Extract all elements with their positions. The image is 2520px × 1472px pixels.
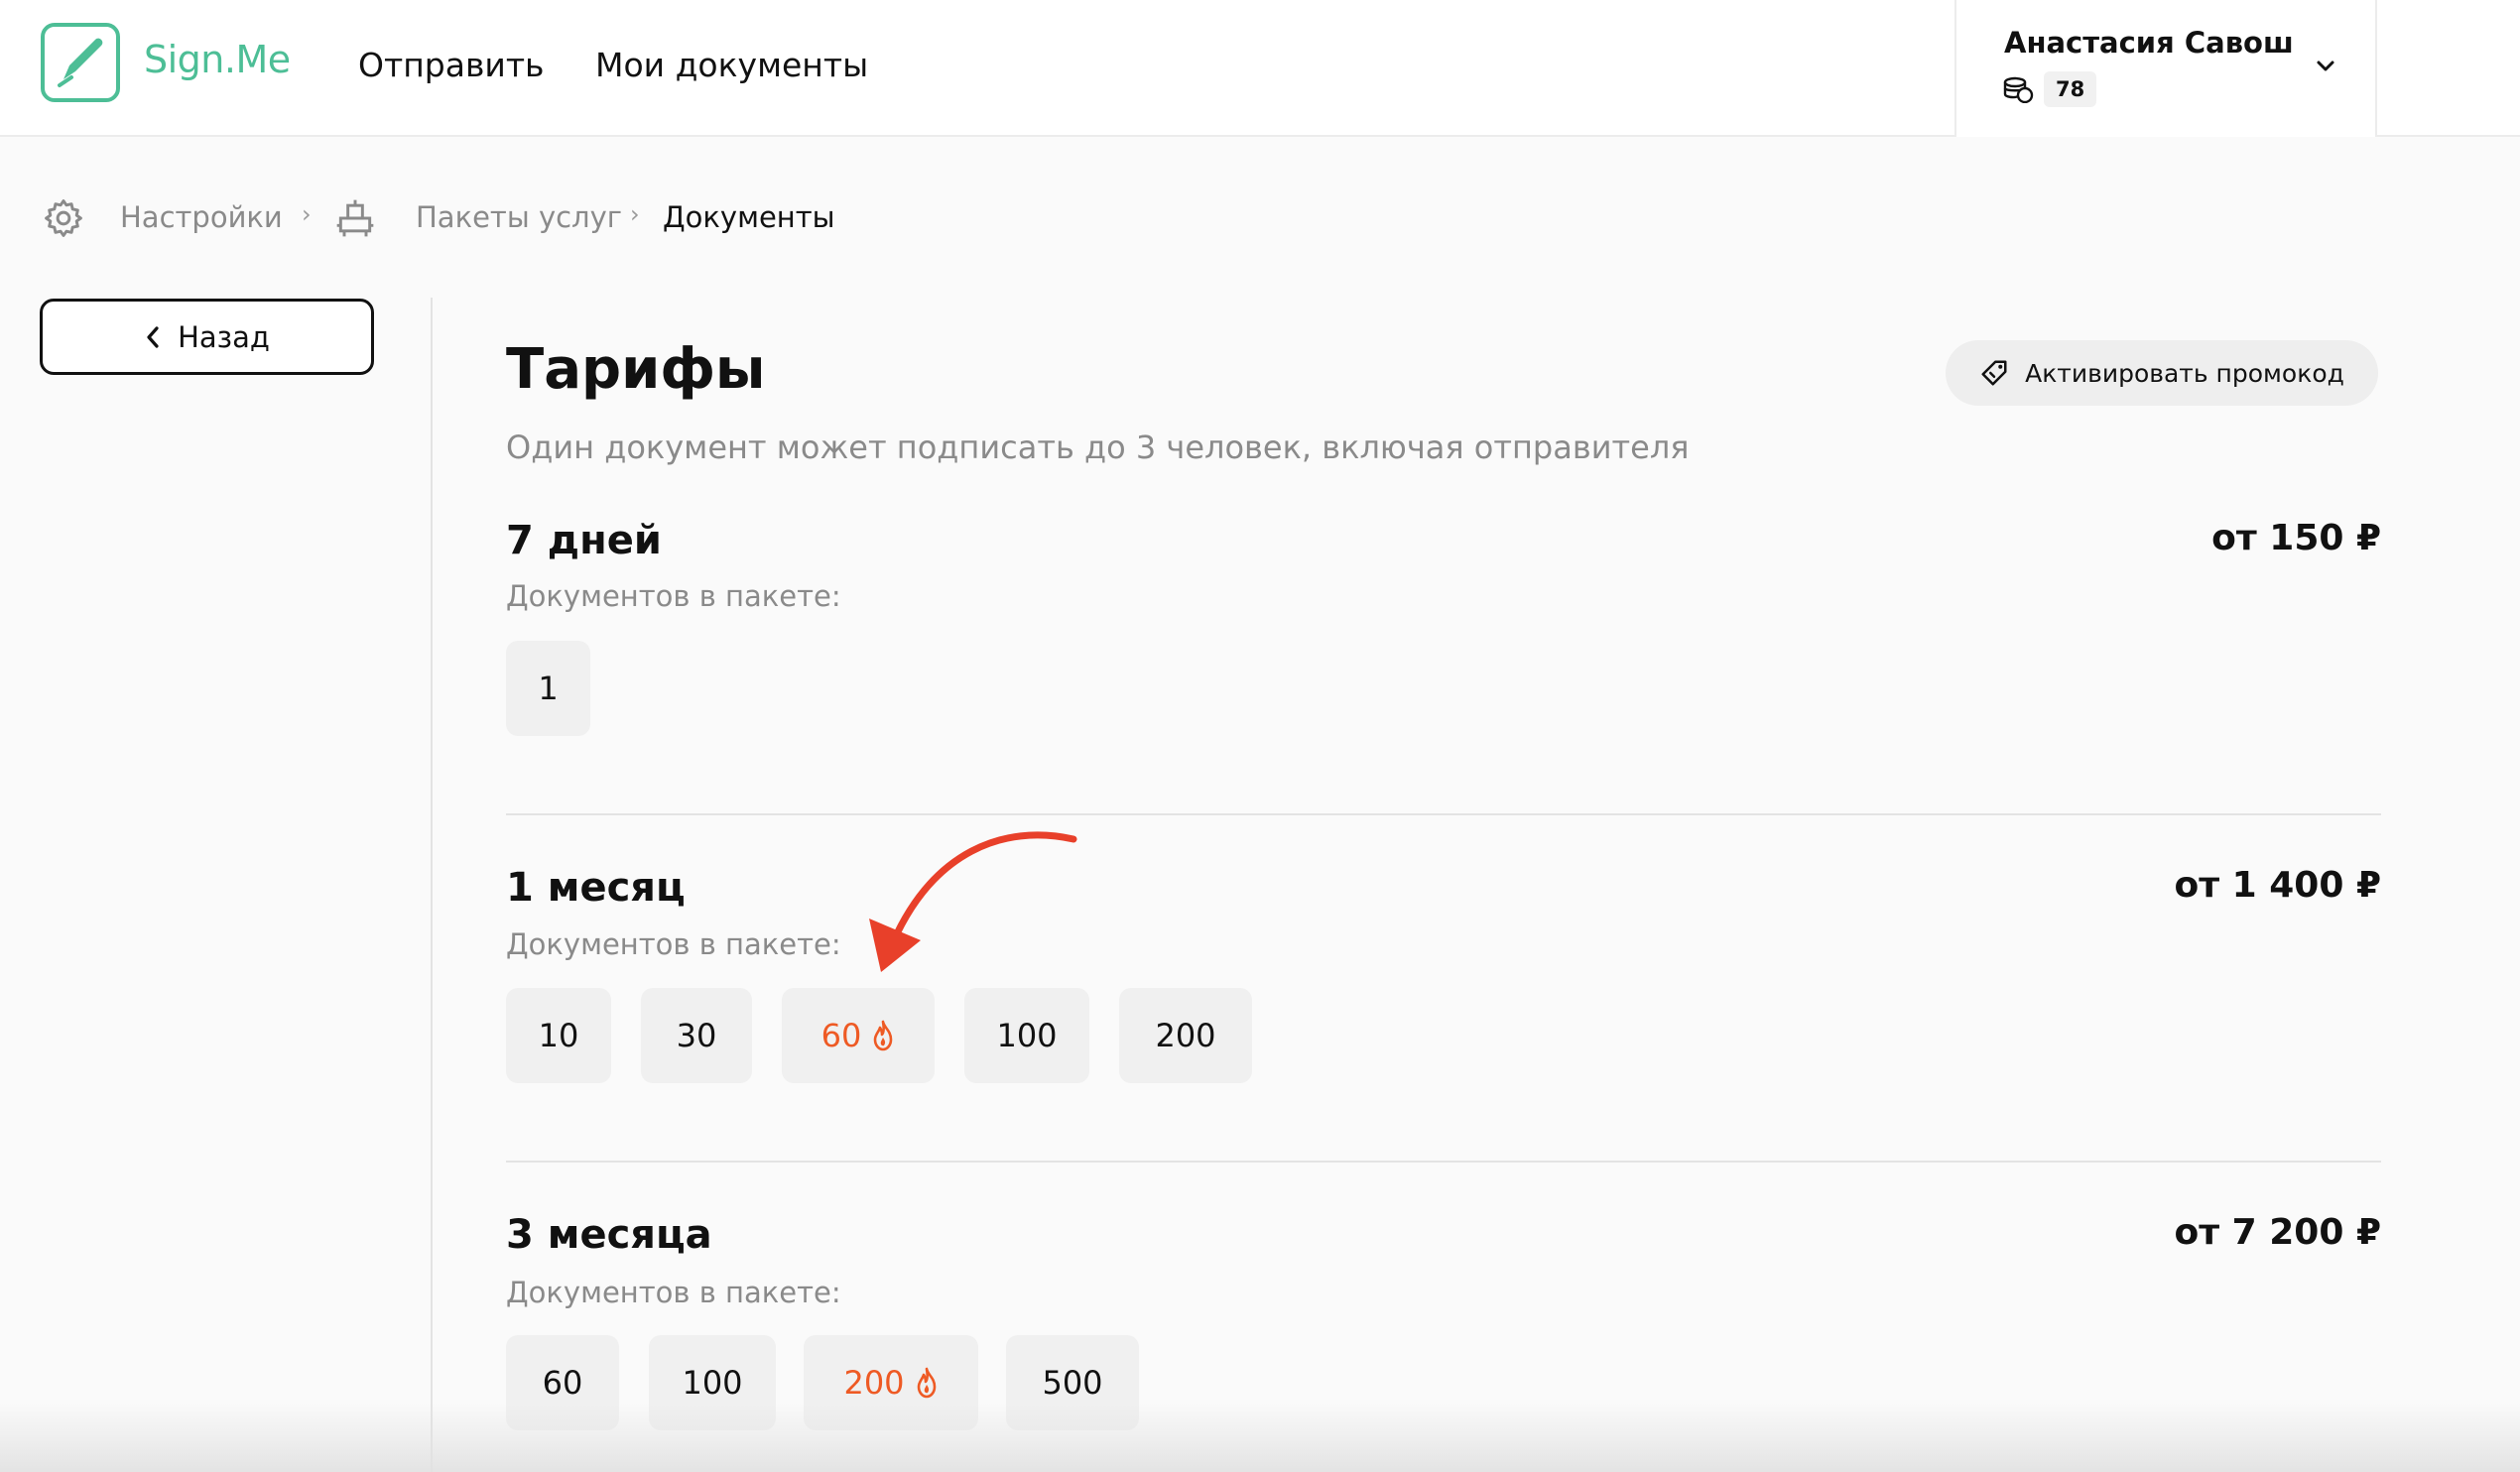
doc-count-value: 500	[1042, 1364, 1103, 1402]
top-header: Sign.Me Отправить Мои документы Анастаси…	[0, 0, 2520, 137]
gear-icon	[45, 199, 82, 237]
tag-icon	[1981, 360, 2007, 386]
doc-count-value: 100	[996, 1017, 1058, 1054]
doc-count-value: 10	[538, 1017, 579, 1054]
doc-count-option[interactable]: 10	[506, 988, 611, 1083]
fire-icon	[874, 1020, 893, 1051]
doc-count-option[interactable]: 200	[1119, 988, 1252, 1083]
fire-icon	[917, 1367, 936, 1399]
plan-price: от 1 400 ₽	[2174, 865, 2381, 906]
annotation-arrow-icon	[869, 831, 1077, 972]
doc-count-value: 100	[682, 1364, 743, 1402]
package-icon	[336, 199, 374, 237]
breadcrumb-settings[interactable]: Настройки	[120, 200, 283, 234]
coins-icon	[2003, 76, 2034, 103]
section-divider	[506, 1161, 2381, 1163]
plan-title: 3 месяца	[506, 1212, 712, 1258]
chevron-down-icon[interactable]	[2314, 58, 2337, 75]
vertical-divider	[431, 298, 433, 1472]
breadcrumb-separator-icon: ›	[630, 200, 640, 228]
logo-pen-icon[interactable]	[40, 22, 121, 103]
nav-send[interactable]: Отправить	[358, 46, 545, 84]
doc-count-value: 1	[538, 670, 559, 707]
plan-docs-label: Документов в пакете:	[506, 927, 841, 961]
doc-count-value: 60	[820, 1017, 862, 1054]
breadcrumb-documents: Документы	[663, 200, 835, 234]
plan-price: от 150 ₽	[2211, 518, 2381, 558]
logo-text[interactable]: Sign.Me	[144, 38, 291, 81]
doc-count-option-hot[interactable]: 60	[782, 988, 935, 1083]
back-button[interactable]: Назад	[40, 299, 374, 375]
doc-count-value: 200	[843, 1364, 905, 1402]
activate-promo-button[interactable]: Активировать промокод	[1946, 340, 2378, 406]
activate-promo-label: Активировать промокод	[2025, 358, 2344, 388]
balance-badge: 78	[2044, 71, 2097, 107]
user-menu[interactable]: Анастасия Савош 78	[1954, 0, 2377, 137]
doc-count-value: 200	[1155, 1017, 1216, 1054]
nav-my-documents[interactable]: Мои документы	[595, 46, 868, 84]
bottom-fade	[0, 1403, 2520, 1472]
chevron-left-icon	[147, 325, 159, 348]
plan-title: 7 дней	[506, 518, 662, 563]
section-divider	[506, 813, 2381, 815]
doc-count-value: 60	[542, 1364, 583, 1402]
breadcrumb-service-packages[interactable]: Пакеты услуг	[416, 200, 622, 234]
plan-docs-label: Документов в пакете:	[506, 579, 841, 613]
doc-count-value: 30	[676, 1017, 717, 1054]
page-subtitle: Один документ может подписать до 3 челов…	[506, 429, 1690, 466]
plan-title: 1 месяц	[506, 865, 686, 911]
doc-count-option[interactable]: 100	[964, 988, 1089, 1083]
back-button-label: Назад	[178, 319, 270, 354]
user-name: Анастасия Савош	[2004, 26, 2294, 60]
plan-price: от 7 200 ₽	[2174, 1212, 2381, 1253]
doc-count-option[interactable]: 1	[506, 641, 590, 736]
breadcrumb-separator-icon: ›	[302, 200, 312, 228]
page-title: Тарифы	[506, 337, 766, 402]
plan-docs-label: Документов в пакете:	[506, 1276, 841, 1309]
doc-count-option[interactable]: 30	[641, 988, 752, 1083]
